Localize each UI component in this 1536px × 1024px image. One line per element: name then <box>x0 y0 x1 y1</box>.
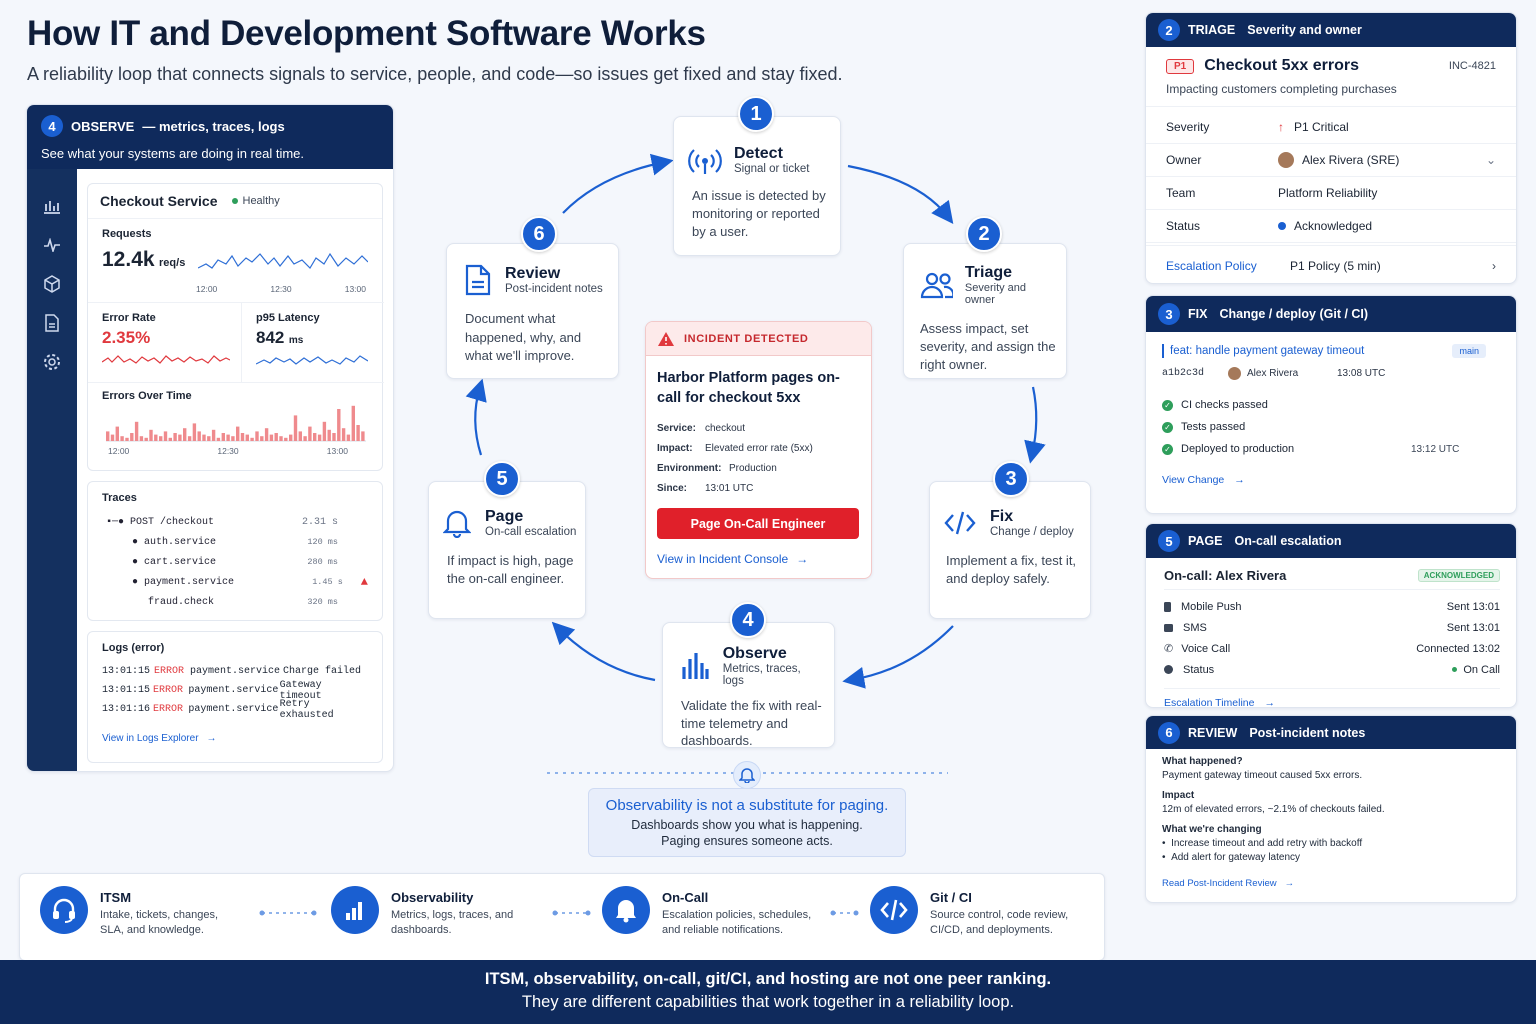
capability-connectors <box>259 910 859 916</box>
capability-oncall: On-Call Escalation policies, schedules, a… <box>602 886 822 938</box>
capability-itsm: ITSM Intake, tickets, changes, SLA, and k… <box>40 886 230 938</box>
capability-git-ci: Git / CI Source control, code review, CI/… <box>870 886 1090 938</box>
capability-observability: Observability Metrics, logs, traces, and … <box>331 886 529 938</box>
headset-icon <box>40 886 88 934</box>
footer-banner: ITSM, observability, on-call, git/CI, an… <box>0 960 1536 1024</box>
code-icon <box>870 886 918 934</box>
footer-line: ITSM, observability, on-call, git/CI, an… <box>484 970 1052 988</box>
bell-icon <box>602 886 650 934</box>
footer-line: They are different capabilities that wor… <box>521 993 1015 1011</box>
bar-chart-icon <box>331 886 379 934</box>
